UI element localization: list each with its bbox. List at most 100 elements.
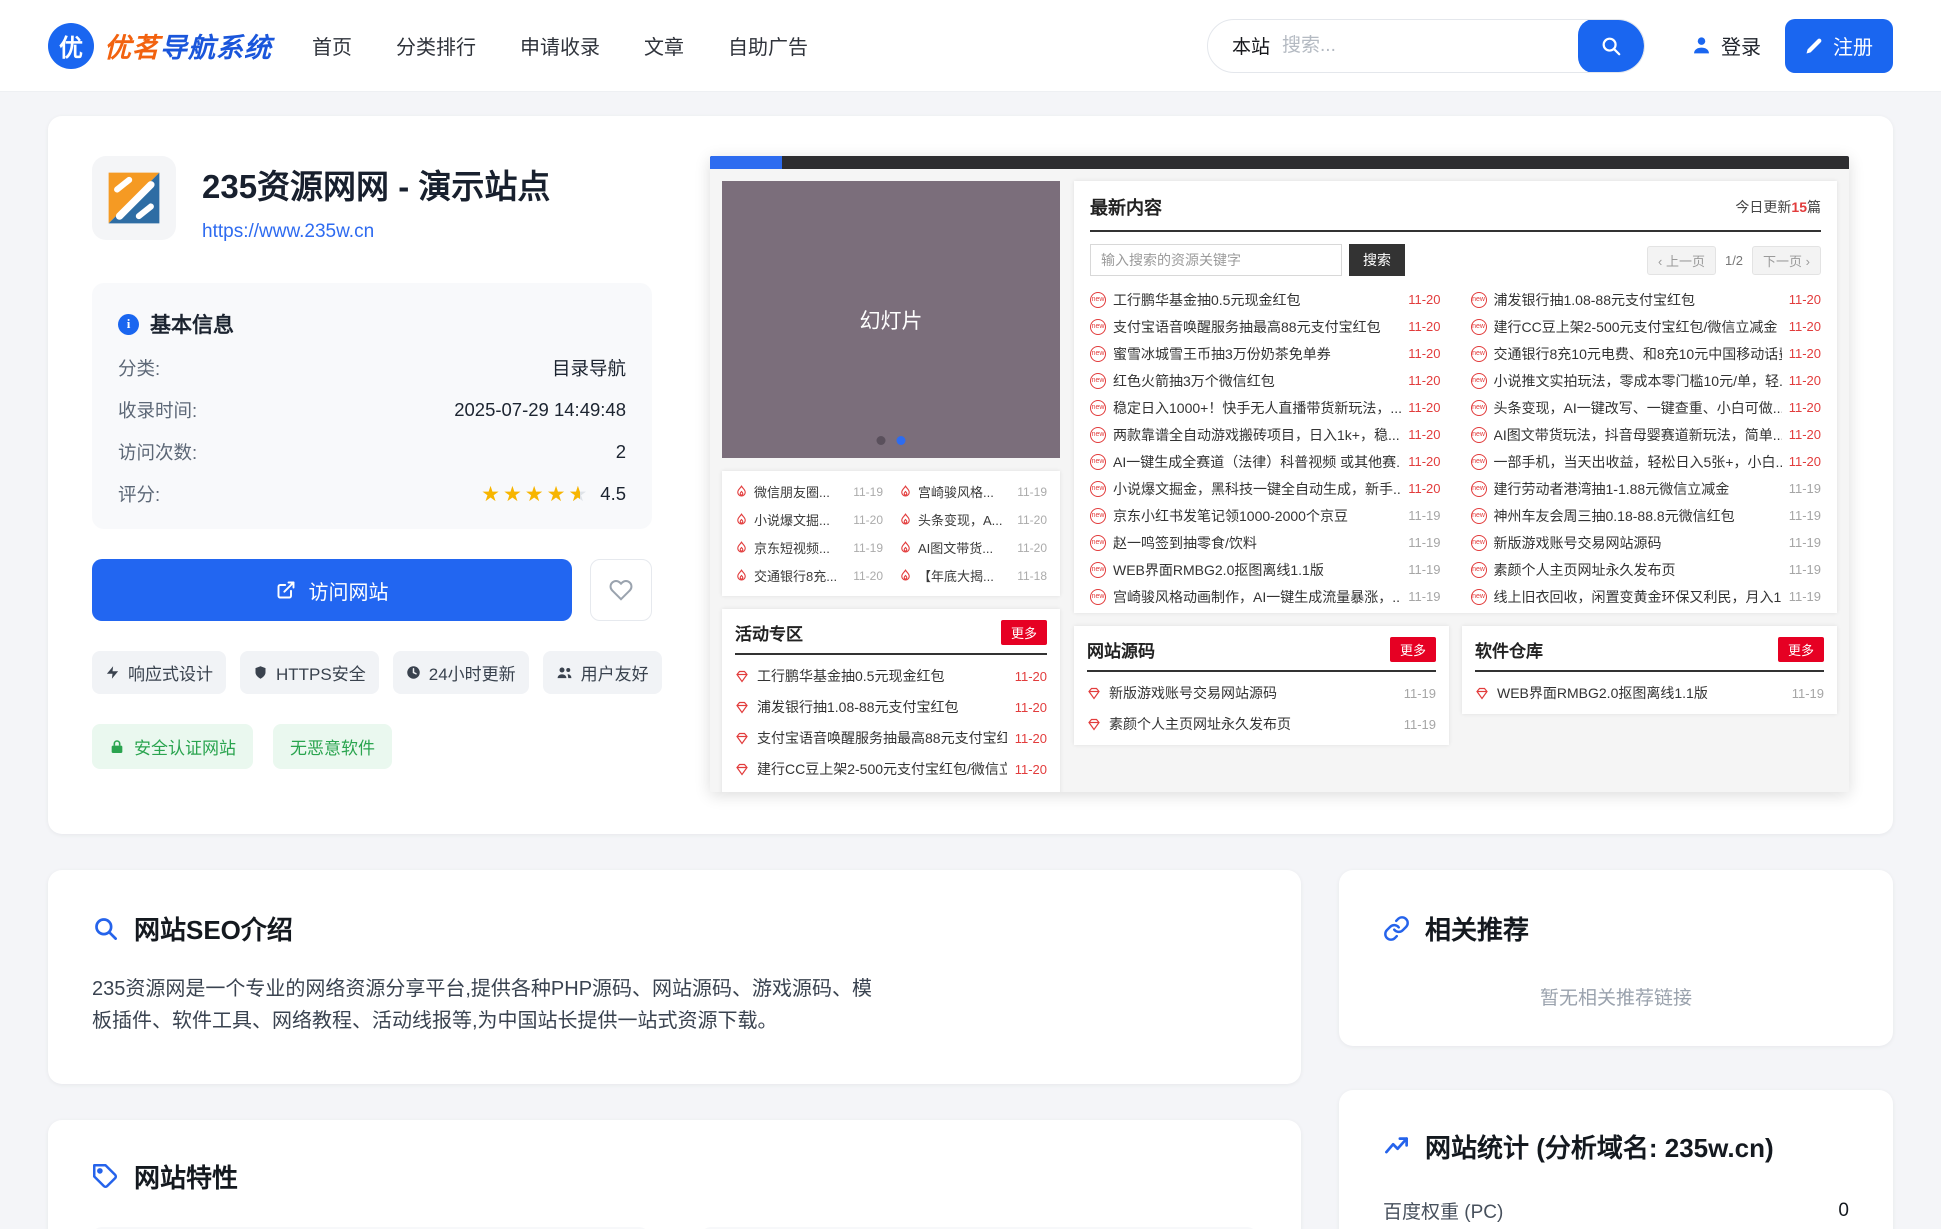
new-icon: new	[1090, 562, 1106, 578]
new-icon: new	[1471, 481, 1487, 497]
search-input[interactable]	[1282, 35, 1578, 57]
slideshow-label: 幻灯片	[860, 305, 923, 335]
user-icon	[1691, 35, 1712, 56]
preview-latest-section: 最新内容 今日更新15篇 搜索 ‹ 上一页 1/2 下一页 ›	[1074, 181, 1837, 613]
new-icon: new	[1471, 427, 1487, 443]
latest-title: 最新内容	[1090, 194, 1162, 220]
latest-item: new 新版游戏账号交易网站源码 11-19	[1471, 529, 1822, 556]
gem-icon	[735, 701, 749, 714]
menu-item[interactable]: 自助广告	[728, 31, 808, 60]
today-update-text: 今日更新15篇	[1735, 197, 1821, 217]
latest-item: new 京东小红书发笔记领1000-2000个京豆 11-19	[1090, 502, 1441, 529]
main-menu: 首页 分类排行 申请收录 文章 自助广告	[312, 31, 808, 60]
mini-list-item: 头条变现，A... 11-20	[899, 510, 1047, 529]
mini-list-item: 【年底大揭... 11-18	[899, 566, 1047, 585]
search-icon	[92, 915, 119, 942]
chart-icon	[1383, 1133, 1410, 1160]
activity-section-header: 活动专区 更多	[735, 620, 1047, 655]
menu-item[interactable]: 申请收录	[520, 31, 600, 60]
site-logo-icon[interactable]: 优	[48, 23, 94, 69]
preview-topbar-active	[710, 156, 782, 169]
register-button[interactable]: 注册	[1785, 19, 1893, 73]
tag-responsive: 响应式设计	[92, 651, 226, 694]
search-icon	[1600, 35, 1622, 57]
activity-more-button: 更多	[1001, 620, 1047, 645]
fire-icon	[899, 569, 912, 582]
preview-bottom-sections: 网站源码 更多 新版游戏账号交易网站源码 11-19	[1074, 626, 1837, 745]
source-item: 新版游戏账号交易网站源码 11-19	[1087, 683, 1436, 703]
preview-pagination: ‹ 上一页 1/2 下一页 ›	[1647, 246, 1821, 275]
mini-list-item: 宫崎骏风格... 11-19	[899, 482, 1047, 501]
stats-card: 网站统计 (分析域名: 235w.cn) 百度权重 (PC) 0 预计来路 00	[1339, 1090, 1893, 1229]
favorite-button[interactable]	[590, 559, 652, 621]
new-icon: new	[1090, 373, 1106, 389]
preview-source-section: 网站源码 更多 新版游戏账号交易网站源码 11-19	[1074, 626, 1449, 745]
heart-icon	[609, 578, 633, 602]
source-item: 素颜个人主页网址永久发布页 11-19	[1087, 714, 1436, 734]
related-title: 相关推荐	[1425, 910, 1529, 947]
latest-search-row: 搜索 ‹ 上一页 1/2 下一页 ›	[1090, 244, 1821, 276]
info-row-visits: 访问次数: 2	[118, 439, 626, 465]
lower-left-column: 网站SEO介绍 235资源网是一个专业的网络资源分享平台,提供各种PHP源码、网…	[48, 870, 1301, 1229]
brand-part1: 优茗	[104, 33, 160, 63]
new-icon: new	[1090, 346, 1106, 362]
today-update-count: 15	[1791, 199, 1807, 215]
badge-no-malware: 无恶意软件	[273, 724, 392, 769]
menu-item[interactable]: 首页	[312, 31, 352, 60]
new-icon: new	[1090, 508, 1106, 524]
site-preview-thumbnail[interactable]: 幻灯片 微信朋友圈... 11-19	[710, 156, 1849, 792]
new-icon: new	[1471, 373, 1487, 389]
site-title: 235资源网网 - 演示站点	[202, 160, 550, 208]
search-scope-select[interactable]: 本站	[1208, 32, 1282, 59]
rating-number: 4.5	[600, 483, 626, 505]
latest-item: new 工行鹏华基金抽0.5元现金红包 11-20	[1090, 286, 1441, 313]
new-icon: new	[1090, 535, 1106, 551]
site-header: 235资源网网 - 演示站点 https://www.235w.cn	[92, 156, 652, 243]
software-item-list: WEB界面RMBG2.0抠图离线1.1版 11-19	[1475, 683, 1824, 703]
preview-hot-mini-list: 微信朋友圈... 11-19 宫崎骏风格... 11-19	[722, 471, 1060, 596]
category-label: 分类:	[118, 355, 160, 381]
brand-part2: 导航系统	[160, 33, 272, 63]
shield-icon	[253, 665, 268, 680]
star-icons: ★★★★★★	[481, 484, 590, 505]
badge-safe-site: 安全认证网站	[92, 724, 253, 769]
lower-right-column: 相关推荐 暂无相关推荐链接 网站统计 (分析域名: 235w.cn) 百度权重 …	[1339, 870, 1893, 1229]
latest-item: new 神州车友会周三抽0.18-88.8元微信红包 11-19	[1471, 502, 1822, 529]
new-icon: new	[1471, 589, 1487, 605]
menu-item[interactable]: 分类排行	[396, 31, 476, 60]
new-icon: new	[1471, 508, 1487, 524]
info-icon: i	[118, 314, 139, 335]
category-value: 目录导航	[552, 355, 626, 381]
stats-title: 网站统计 (分析域名: 235w.cn)	[1425, 1128, 1774, 1165]
latest-item: new 建行劳动者港湾抽1-1.88元微信立减金 11-19	[1471, 475, 1822, 502]
source-section-title: 网站源码	[1087, 637, 1155, 662]
latest-item: new 蜜雪冰城雪王币抽3万份奶茶免单券 11-20	[1090, 340, 1441, 367]
menu-item[interactable]: 文章	[644, 31, 684, 60]
login-link[interactable]: 登录	[1691, 31, 1761, 60]
related-card: 相关推荐 暂无相关推荐链接	[1339, 870, 1893, 1046]
latest-item: new 交通银行8充10元电费、和8充10元中国移动话费 11-20	[1471, 340, 1822, 367]
latest-item: new 两款靠谱全自动游戏搬砖项目，日入1k+，稳... 11-20	[1090, 421, 1441, 448]
latest-item: new 一部手机，当天出收益，轻松日入5张+，小白... 11-20	[1471, 448, 1822, 475]
latest-item: new 红色火箭抽3万个微信红包 11-20	[1090, 367, 1441, 394]
visit-site-button[interactable]: 访问网站	[92, 559, 572, 621]
brand-name[interactable]: 优茗导航系统	[104, 26, 272, 65]
new-icon: new	[1090, 400, 1106, 416]
fire-icon	[735, 485, 748, 498]
latest-list-left: new 工行鹏华基金抽0.5元现金红包 11-20 new 支付宝语音唤醒服务抽…	[1090, 286, 1441, 610]
new-icon: new	[1471, 292, 1487, 308]
stats-heading: 网站统计 (分析域名: 235w.cn)	[1383, 1128, 1849, 1165]
site-url-link[interactable]: https://www.235w.cn	[202, 221, 374, 243]
gem-icon	[1087, 687, 1101, 700]
related-heading: 相关推荐	[1383, 910, 1849, 947]
latest-item: new 素颜个人主页网址永久发布页 11-19	[1471, 556, 1822, 583]
preview-topbar	[710, 156, 1849, 169]
activity-item: 浦发银行抽1.08-88元支付宝红包 11-20	[735, 697, 1047, 717]
search-button[interactable]	[1578, 19, 1644, 73]
seo-description: 235资源网是一个专业的网络资源分享平台,提供各种PHP源码、网站源码、游戏源码…	[92, 973, 882, 1038]
seo-title: 网站SEO介绍	[134, 910, 293, 947]
visit-site-label: 访问网站	[309, 576, 389, 605]
new-icon: new	[1090, 481, 1106, 497]
latest-item: new 赵一鸣签到抽零食/饮料 11-19	[1090, 529, 1441, 556]
stat-value: 0	[1838, 1200, 1849, 1222]
